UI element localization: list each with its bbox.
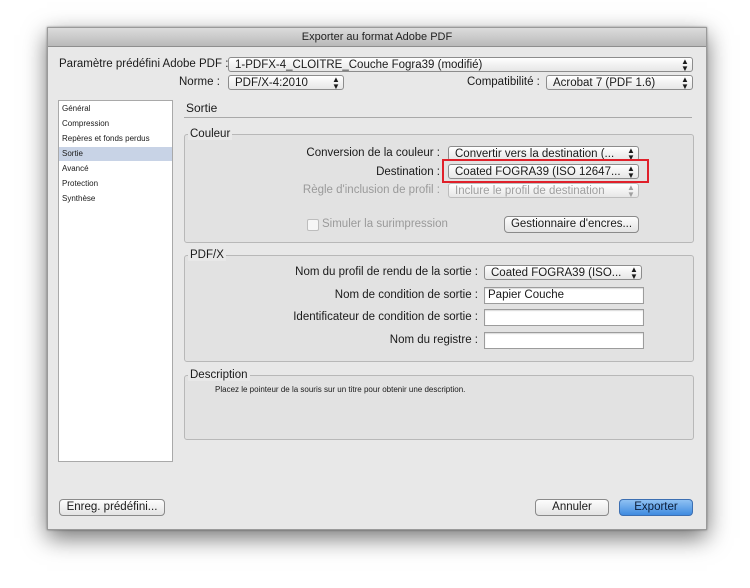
section-title: Sortie bbox=[186, 101, 218, 115]
sidebar-item-security[interactable]: Protection bbox=[59, 177, 172, 191]
output-profile-select[interactable]: Coated FOGRA39 (ISO... ▲ ▼ bbox=[484, 265, 642, 280]
standard-select[interactable]: PDF/X-4:2010 ▲ ▼ bbox=[228, 75, 344, 90]
simulate-overprint-checkbox[interactable] bbox=[307, 219, 319, 231]
compatibility-select[interactable]: Acrobat 7 (PDF 1.6) ▲ ▼ bbox=[546, 75, 693, 90]
standard-value: PDF/X-4:2010 bbox=[235, 77, 308, 89]
standard-label: Norme : bbox=[179, 76, 220, 88]
sidebar-item-general[interactable]: Général bbox=[59, 102, 172, 116]
output-condition-name-label: Nom de condition de sortie : bbox=[334, 289, 478, 301]
profile-inclusion-select[interactable]: Inclure le profil de destination ▲ ▼ bbox=[448, 183, 639, 198]
settings-category-list: Général Compression Repères et fonds per… bbox=[58, 100, 173, 462]
stepper-arrows-icon: ▲ ▼ bbox=[332, 75, 340, 90]
window-title: Exporter au format Adobe PDF bbox=[48, 28, 706, 47]
registry-name-label: Nom du registre : bbox=[389, 334, 478, 346]
pdfx-group-title: PDF/X bbox=[188, 249, 226, 261]
destination-highlight-box bbox=[442, 159, 649, 183]
destination-label: Destination : bbox=[376, 166, 440, 178]
description-group-title: Description bbox=[188, 369, 250, 381]
simulate-overprint-label: Simuler la surimpression bbox=[322, 218, 448, 230]
output-profile-label: Nom du profil de rendu de la sortie : bbox=[295, 266, 478, 278]
registry-name-field[interactable] bbox=[484, 332, 644, 349]
sidebar-item-marks-bleeds[interactable]: Repères et fonds perdus bbox=[59, 132, 172, 146]
output-condition-id-label: Identificateur de condition de sortie : bbox=[293, 311, 478, 323]
description-text: Placez le pointeur de la souris sur un t… bbox=[215, 385, 466, 394]
stepper-arrows-icon: ▲ ▼ bbox=[630, 265, 638, 280]
preset-value: 1-PDFX-4_CLOITRE_Couche Fogra39 (modifié… bbox=[235, 59, 483, 71]
compatibility-value: Acrobat 7 (PDF 1.6) bbox=[553, 77, 656, 89]
sidebar-item-summary[interactable]: Synthèse bbox=[59, 192, 172, 206]
color-conversion-label: Conversion de la couleur : bbox=[306, 147, 440, 159]
stepper-arrows-icon: ▲ ▼ bbox=[627, 183, 635, 198]
export-button[interactable]: Exporter bbox=[619, 499, 693, 516]
section-divider bbox=[184, 117, 692, 118]
sidebar-item-advanced[interactable]: Avancé bbox=[59, 162, 172, 176]
color-group-title: Couleur bbox=[188, 128, 233, 140]
ink-manager-button[interactable]: Gestionnaire d'encres... bbox=[504, 216, 639, 233]
stepper-arrows-icon: ▲ ▼ bbox=[681, 57, 689, 72]
output-profile-value: Coated FOGRA39 (ISO... bbox=[491, 267, 622, 279]
preset-label: Paramètre prédéfini Adobe PDF : bbox=[59, 58, 229, 70]
cancel-button[interactable]: Annuler bbox=[535, 499, 609, 516]
output-condition-id-field[interactable] bbox=[484, 309, 644, 326]
output-condition-name-field[interactable]: Papier Couche bbox=[484, 287, 644, 304]
preset-select[interactable]: 1-PDFX-4_CLOITRE_Couche Fogra39 (modifié… bbox=[228, 57, 693, 72]
profile-inclusion-value: Inclure le profil de destination bbox=[455, 185, 605, 197]
sidebar-item-compression[interactable]: Compression bbox=[59, 117, 172, 131]
sidebar-item-output[interactable]: Sortie bbox=[59, 147, 172, 161]
compatibility-label: Compatibilité : bbox=[467, 76, 540, 88]
save-preset-button[interactable]: Enreg. prédéfini... bbox=[59, 499, 165, 516]
export-pdf-dialog: Exporter au format Adobe PDF Paramètre p… bbox=[47, 27, 707, 530]
profile-inclusion-label: Règle d'inclusion de profil : bbox=[302, 184, 440, 196]
stepper-arrows-icon: ▲ ▼ bbox=[681, 75, 689, 90]
